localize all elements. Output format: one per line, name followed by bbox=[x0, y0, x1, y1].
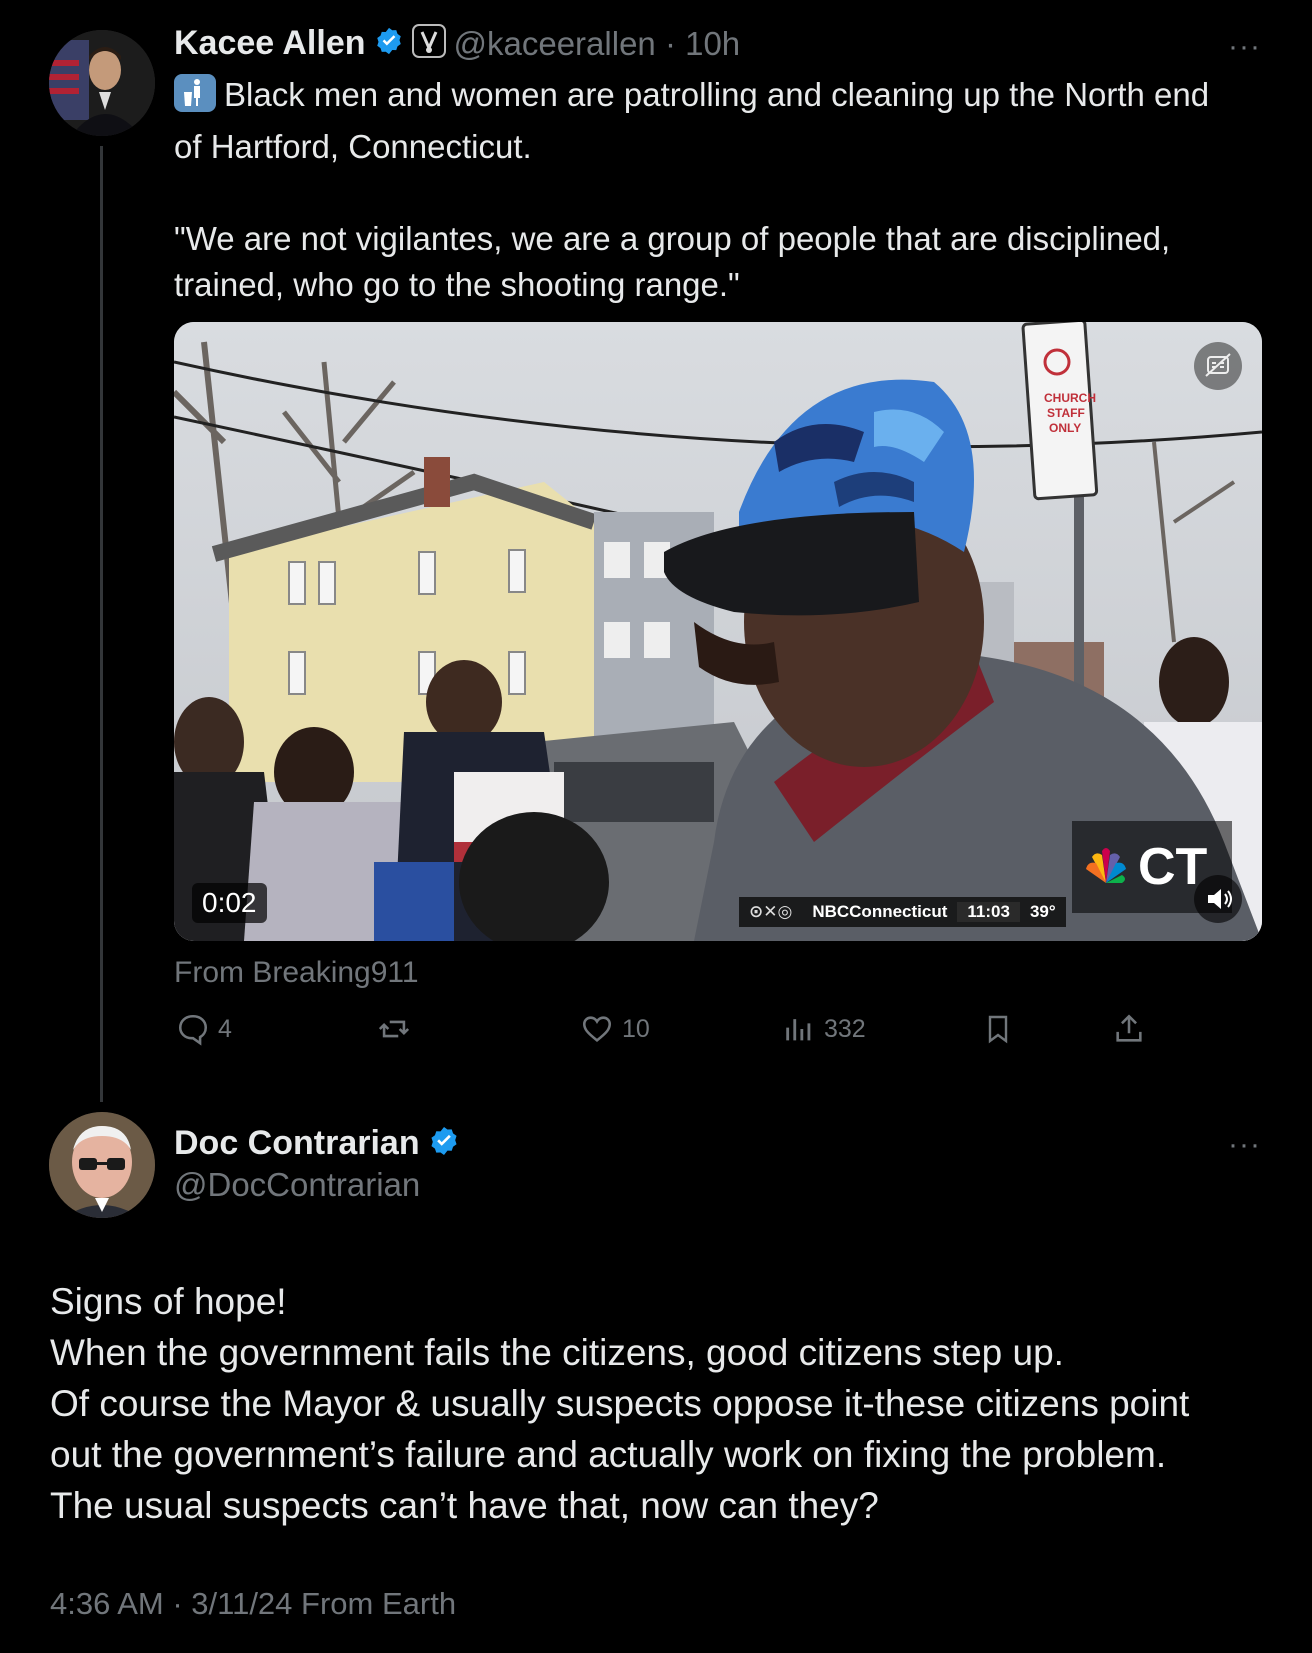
sign-text-2: STAFF bbox=[1047, 406, 1085, 420]
chyron-handle: NBCConnecticut bbox=[812, 902, 948, 921]
tweet2-body: Signs of hope! When the government fails… bbox=[50, 1276, 1270, 1531]
author-name[interactable]: Kacee Allen bbox=[174, 24, 366, 63]
tweet1-line1: Black men and women are patrolling and c… bbox=[224, 76, 1210, 113]
thread-connector-line bbox=[100, 146, 103, 1102]
avatar-doc-contrarian[interactable] bbox=[49, 1112, 155, 1218]
tweet1-quote-line1: "We are not vigilantes, we are a group o… bbox=[174, 220, 1171, 257]
more-options-button[interactable]: ··· bbox=[1228, 1128, 1261, 1162]
peacock-icon bbox=[1082, 843, 1130, 891]
tweet1-header: Kacee Allen @kaceerallen · 10h bbox=[174, 24, 740, 63]
repost-icon bbox=[378, 1020, 410, 1038]
mute-button[interactable] bbox=[1194, 875, 1242, 923]
reply-button[interactable]: 4 bbox=[176, 1012, 232, 1046]
video-duration: 0:02 bbox=[192, 883, 267, 923]
social-icons: ⊙✕◎ bbox=[749, 902, 793, 921]
like-button[interactable]: 10 bbox=[580, 1012, 650, 1046]
share-button[interactable] bbox=[1112, 1012, 1146, 1046]
chyron-time: 11:03 bbox=[957, 902, 1020, 922]
views-chart-icon bbox=[786, 1019, 811, 1041]
tweet1-body: Black men and women are patrolling and c… bbox=[174, 72, 1274, 308]
like-count: 10 bbox=[622, 1014, 650, 1043]
avatar-image bbox=[49, 1112, 155, 1218]
reply-count: 4 bbox=[218, 1014, 232, 1043]
sign-text-1: CHURCH bbox=[1044, 391, 1096, 405]
affiliate-badge-icon bbox=[411, 24, 446, 63]
bookmark-button[interactable] bbox=[982, 1012, 1014, 1046]
litter-bin-emoji-icon bbox=[174, 74, 216, 124]
author-name[interactable]: Doc Contrarian bbox=[174, 1124, 420, 1163]
tweet2-line: When the government fails the citizens, … bbox=[50, 1332, 1064, 1373]
post-timestamp[interactable]: 4:36 AM · 3/11/24 From Earth bbox=[50, 1586, 456, 1622]
tweet2-line: Of course the Mayor & usually suspects o… bbox=[50, 1383, 1190, 1424]
handle-and-time[interactable]: @kaceerallen · 10h bbox=[454, 25, 741, 63]
more-options-button[interactable]: ··· bbox=[1228, 30, 1261, 64]
chyron-temp: 39° bbox=[1029, 902, 1056, 921]
avatar-kacee-allen[interactable] bbox=[49, 30, 155, 136]
avatar-image bbox=[49, 30, 155, 136]
verified-badge-icon bbox=[428, 1125, 460, 1162]
tweet2-line: The usual suspects can’t have that, now … bbox=[50, 1485, 879, 1526]
author-handle[interactable]: @DocContrarian bbox=[174, 1166, 420, 1204]
repost-button[interactable] bbox=[376, 1012, 420, 1046]
heart-icon bbox=[582, 1016, 612, 1042]
tweet2-line: Signs of hope! bbox=[50, 1281, 287, 1322]
tweet1-line1-row: Black men and women are patrolling and c… bbox=[174, 72, 1274, 124]
tweet1-quote-line2: trained, who go to the shooting range." bbox=[174, 266, 740, 303]
news-chyron: ⊙✕◎ NBCConnecticut 11:03 39° bbox=[739, 897, 1066, 927]
bookmark-icon bbox=[988, 1015, 1008, 1044]
captions-button[interactable] bbox=[1194, 342, 1242, 390]
verified-badge-icon bbox=[374, 26, 404, 61]
sign-text-3: ONLY bbox=[1049, 421, 1081, 435]
views-button[interactable]: 332 bbox=[782, 1012, 866, 1046]
video-player[interactable]: CHURCH STAFF ONLY ⊙✕◎ NBCConnecticut 11:… bbox=[174, 322, 1262, 941]
share-icon bbox=[1116, 1014, 1142, 1042]
tweet1-line2: of Hartford, Connecticut. bbox=[174, 128, 532, 165]
speaker-icon bbox=[1208, 889, 1232, 909]
tweet2-line: out the government’s failure and actuall… bbox=[50, 1434, 1167, 1475]
captions-icon bbox=[1205, 353, 1231, 377]
video-source[interactable]: From Breaking911 bbox=[174, 956, 419, 990]
view-count: 332 bbox=[824, 1014, 866, 1043]
reply-icon bbox=[178, 1014, 208, 1046]
tweet2-header: Doc Contrarian bbox=[174, 1124, 460, 1163]
